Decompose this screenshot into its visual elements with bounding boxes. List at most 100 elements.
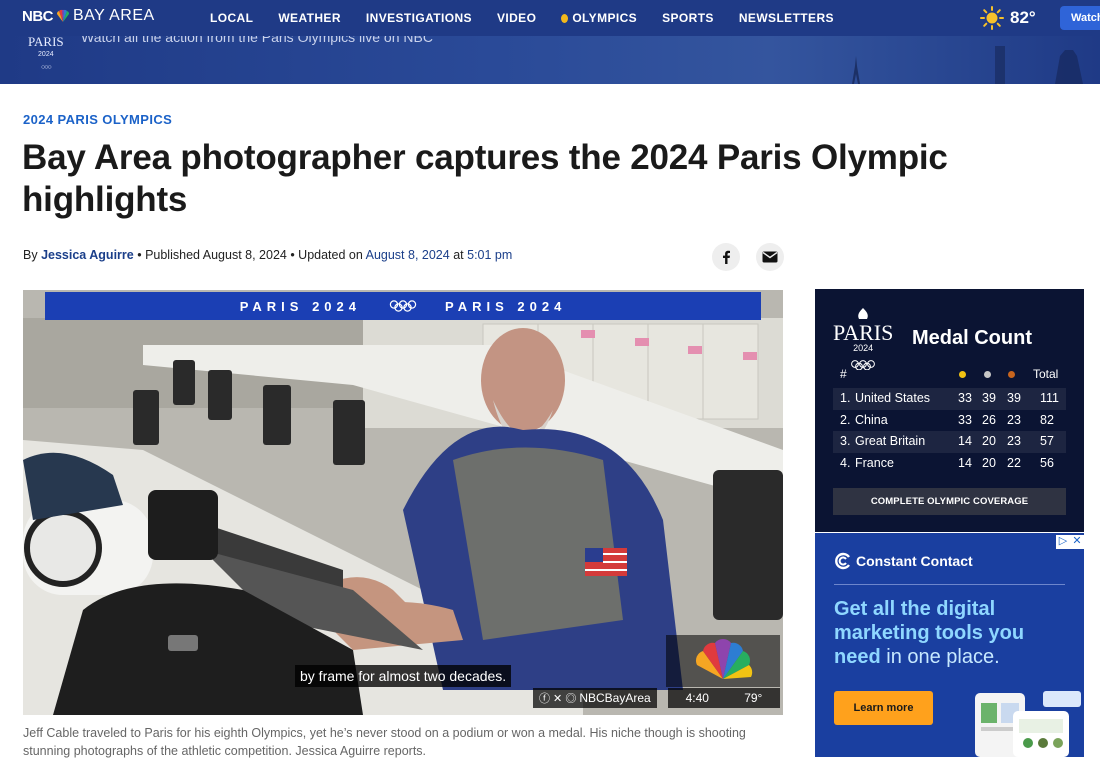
olympic-rings-icon: ○○○ [40,63,52,71]
complete-olympic-coverage-button[interactable]: COMPLETE OLYMPIC COVERAGE [833,488,1066,515]
gold-count: 14 [958,455,972,470]
total-count: 82 [1040,412,1054,427]
monument-decoration [995,46,1083,84]
email-icon [762,251,778,263]
ad-brand: Constant Contact [856,553,973,569]
bronze-count: 23 [1007,434,1021,448]
nav-item-newsletters[interactable]: NEWSLETTERS [739,11,834,25]
country: Great Britain [855,434,926,448]
olympic-rings-icon [389,300,417,312]
facebook-share-button[interactable] [712,243,740,271]
peacock-icon [56,9,70,22]
temperature: 82° [1010,8,1036,27]
country: France [855,455,894,470]
video-handle: NBCBayArea [579,691,651,705]
constant-contact-logo: Constant Contact [834,552,973,570]
flame-icon [858,308,868,319]
olympics-banner[interactable]: PARIS 2024 ○○○ Watch all the action from… [0,36,1100,84]
silver-medal-icon [984,371,991,378]
total-count: 111 [1040,391,1060,405]
silver-count: 39 [982,391,996,405]
time-temp-badge: 4:40 79° [668,688,780,708]
nav-item-sports[interactable]: SPORTS [662,11,714,25]
video-time: 4:40 [685,691,709,705]
banner-logo-year: 2024 [38,51,54,58]
article-category[interactable]: 2024 PARIS OLYMPICS [23,112,172,127]
top-navigation-bar: NBC BAY AREA LOCAL WEATHER INVESTIGATION… [0,0,1100,36]
adchoices-icon[interactable]: ▷ [1056,535,1070,549]
brand-city: BAY AREA [73,7,155,24]
bronze-count: 23 [1007,412,1021,427]
updated-time: 5:01 pm [467,248,513,262]
gold-medal-icon [959,371,966,378]
watch-button[interactable]: Watch [1060,6,1100,30]
strip-right-text: PARIS 2024 [445,298,567,314]
paris-2024-logo: PARIS 2024 [833,307,893,373]
social-handle-badge: ⓕ ✕ ◎ NBCBayArea [533,688,657,708]
byline-prefix: By [23,248,38,262]
nav-item-investigations[interactable]: INVESTIGATIONS [366,11,472,25]
table-row[interactable]: 2. China 33 26 23 82 [833,410,1066,432]
medal-table-body: 1. United States 33 39 39 111 2. China 3… [833,388,1066,474]
advertisement[interactable]: ▷ ✕ Constant Contact Get all the digital… [815,533,1084,757]
nav-item-video[interactable]: VIDEO [497,11,536,25]
nav-item-weather[interactable]: WEATHER [278,11,341,25]
table-row[interactable]: 1. United States 33 39 39 111 [833,388,1066,410]
total-count: 57 [1040,434,1054,448]
learn-more-button[interactable]: Learn more [834,691,933,725]
silver-count: 20 [982,455,996,470]
facebook-icon [723,250,730,264]
medal-count-title: Medal Count [912,327,1032,349]
medal-count-widget: PARIS 2024 Medal Count # Total 1. United… [815,289,1084,532]
nav-item-olympics[interactable]: OLYMPICS [561,11,637,25]
email-share-button[interactable] [756,243,784,271]
rank: 2. [840,412,851,427]
country: United States [855,391,931,405]
adchoices-badge[interactable]: ▷ ✕ [1056,535,1084,549]
rank: 1. [840,391,851,405]
article-headline: Bay Area photographer captures the 2024 … [22,138,948,219]
article-byline: By Jessica Aguirre • Published August 8,… [23,248,512,262]
video-player[interactable]: PARIS 2024 PARIS 2024 by frame for almos… [23,290,783,715]
sun-icon [980,6,1004,30]
medal-logo-text: PARIS [833,320,894,345]
silver-count: 20 [982,434,996,448]
total-count: 56 [1040,455,1054,470]
eiffel-tower-icon [852,56,860,84]
published-text: • Published August 8, 2024 • Updated on [137,248,363,262]
author-link[interactable]: Jessica Aguirre [41,248,134,262]
ad-close-icon[interactable]: ✕ [1070,535,1084,549]
rank: 4. [840,455,851,470]
main-nav: LOCAL WEATHER INVESTIGATIONS VIDEO OLYMP… [210,0,859,36]
ad-divider [834,584,1065,585]
ad-headline: Get all the digital marketing tools you … [834,597,1074,669]
table-row[interactable]: 3. Great Britain 14 20 23 57 [833,431,1066,453]
paris-2024-logo: PARIS 2024 ○○○ [28,36,64,74]
at-text: at [453,248,464,262]
rank-column-header: # [840,367,847,381]
gold-count: 33 [958,412,972,427]
site-logo[interactable]: NBC BAY AREA [22,7,155,25]
video-temp: 79° [744,691,763,705]
brand-text: NBC [22,7,54,25]
rank: 3. [840,434,851,448]
bronze-count: 22 [1007,455,1021,470]
weather-widget[interactable]: 82° [980,6,1036,30]
peacock-icon [695,639,753,679]
medal-icon [561,13,569,23]
constant-contact-icon [835,552,850,570]
ad-headline-rest: in one place. [886,646,1000,668]
bronze-medal-icon [1008,371,1015,378]
nbc-peacock-watermark [666,635,780,687]
nav-item-olympics-label: OLYMPICS [572,11,638,25]
silver-count: 26 [982,412,996,427]
medal-table-header: # Total [833,367,1066,385]
table-row[interactable]: 4. France 14 20 22 56 [833,453,1066,475]
gold-count: 33 [958,391,972,405]
social-icons: ⓕ ✕ ◎ [539,693,577,705]
nav-item-local[interactable]: LOCAL [210,11,253,25]
bronze-count: 39 [1007,391,1021,405]
country: China [855,412,888,427]
video-caption: Jeff Cable traveled to Paris for his eig… [23,726,746,758]
total-column-header: Total [1033,367,1059,381]
